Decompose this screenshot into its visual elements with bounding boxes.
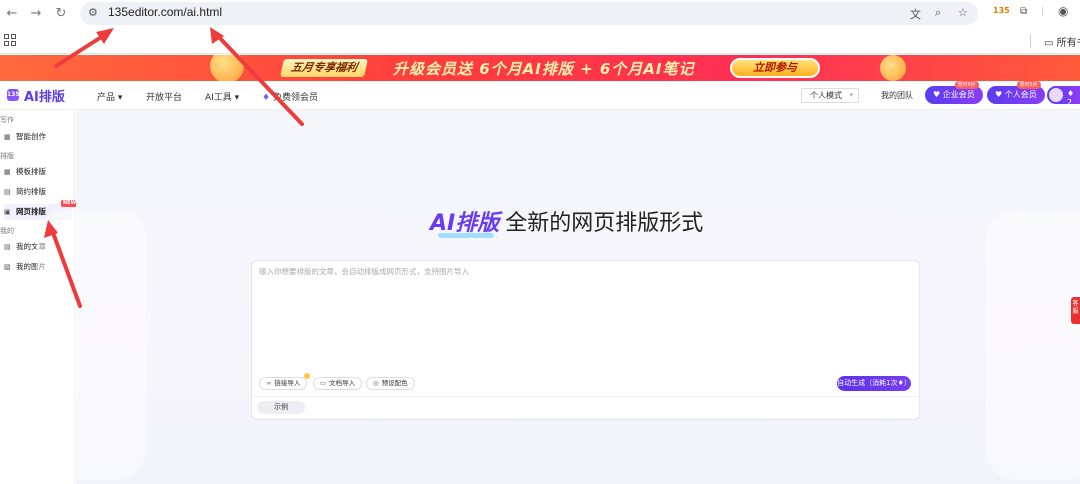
article-icon: ▤ [4,243,11,251]
profile-icon[interactable]: ◉ [1058,4,1068,18]
hero-ai-text: AI排版 [430,211,500,236]
personal-discount-badge: 限时5折 [1016,81,1041,89]
sidebar-group-mine: 我的 [0,227,14,235]
crown-icon [304,373,310,379]
bookmark-star-icon[interactable]: ☆ [958,6,968,19]
grid-icon: ▦ [4,133,11,141]
sidebar-group-writing: 写作 [0,116,14,124]
gift-icon [880,55,906,81]
customer-service-tab[interactable]: 客服 [1071,297,1080,324]
hero-title: AI排版 全新的网页排版形式 [430,205,703,237]
address-bar[interactable]: ⚙ 135editor.com/ai.html 文 ⌕ ☆ [80,2,978,25]
sidebar-item-template-layout[interactable]: ▦ 模板排版 [4,164,72,180]
reload-icon[interactable]: ↻ [52,5,70,23]
editor-divider [252,396,919,397]
chevron-down-icon: ▾ [849,91,853,99]
promo-banner[interactable]: 五月专享福利 升级会员送 6个月AI排版 + 6个月AI笔记 立即参与 [0,55,1080,81]
palette-icon: ◎ [373,379,379,387]
article-input[interactable] [259,266,909,371]
image-icon: ▨ [4,263,11,271]
banner-cta-button[interactable]: 立即参与 [730,58,820,78]
link-icon: ∞ [266,379,272,387]
logo-text[interactable]: AI排版 [24,86,65,105]
browser-toolbar: ← → ↻ ⚙ 135editor.com/ai.html 文 ⌕ ☆ 135 … [0,0,1080,28]
simple-icon: ▤ [4,188,11,196]
sidebar-group-layout: 排版 [0,152,14,160]
megaphone-icon [210,55,244,81]
main-content: AI排版全新的网页排版形式 ∞链接导入 ▭文档导入 ◎预设配色 自动生成（消耗1… [36,110,1080,484]
avatar-image [1049,88,1063,102]
bookmarks-divider [1030,34,1031,48]
banner-headline: 升级会员送 6个月AI排版 + 6个月AI笔记 [393,60,695,78]
bookmarks-bar: ▭ 所有书签 [0,28,1080,54]
zoom-icon[interactable]: ⌕ [935,6,941,20]
translate-icon[interactable]: 文 [910,6,921,22]
sidebar-item-simple-layout[interactable]: ▤ 简约排版 [4,184,72,200]
nav-free-vip[interactable]: ♦ 免费领会员 [262,90,318,103]
article-editor: ∞链接导入 ▭文档导入 ◎预设配色 自动生成（消耗1次♦） 示例 [251,260,920,420]
diamond-icon: ♦ [262,93,271,103]
sidebar-item-smart-create[interactable]: ▦ 智能创作 [4,129,72,145]
example-button[interactable]: 示例 [257,401,305,414]
personal-vip-button[interactable]: ♥ 个人会员 限时5折 [987,81,1045,104]
back-icon[interactable]: ← [3,5,21,23]
apps-grid-icon[interactable] [4,34,16,46]
hero-subtitle: 全新的网页排版形式 [505,211,704,236]
all-bookmarks-folder[interactable]: ▭ 所有书签 [1044,34,1080,49]
nav-open-platform[interactable]: 开放平台 [146,90,182,103]
my-team-link[interactable]: 我的团队 [881,90,913,101]
enterprise-discount-badge: 限时9折 [954,81,979,89]
user-avatar[interactable]: ♦ 2 [1047,86,1080,107]
diamond-icon: ♥ [933,90,941,99]
auto-generate-button[interactable]: 自动生成（消耗1次♦） [837,376,911,391]
enterprise-vip-button[interactable]: ♥ 企业会员 限时9折 [925,81,983,104]
toolbar-divider: | [1041,6,1045,17]
banner-tag: 五月专享福利 [280,59,368,77]
folder-icon: ▭ [1044,38,1054,49]
logo-mark: 135 [7,89,20,101]
site-settings-icon[interactable]: ⚙ [88,6,98,19]
nav-ai-tools[interactable]: AI工具 ▾ [205,90,239,103]
nav-product[interactable]: 产品 ▾ [97,90,122,103]
doc-icon: ▭ [320,379,327,387]
preset-color-button[interactable]: ◎ 预设配色 [366,377,415,390]
forward-icon[interactable]: → [27,5,45,23]
doc-import-button[interactable]: ▭ 文档导入 [313,377,363,390]
extensions-icon[interactable]: ⧉ [1020,6,1027,17]
link-import-button[interactable]: ∞ 链接导入 [259,377,308,390]
webpage-icon: ▣ [4,208,11,216]
decor-panel-right [986,210,1080,480]
app-header: 135 AI排版 产品 ▾ 开放平台 AI工具 ▾ ♦ 免费领会员 个人模式 ▾… [0,81,1080,110]
extension-135-icon[interactable]: 135 [993,6,1010,15]
decor-panel-left [36,210,146,480]
diamond-icon: ♥ [995,90,1003,99]
template-icon: ▦ [4,168,11,176]
address-url[interactable]: 135editor.com/ai.html [108,5,222,19]
mode-select[interactable]: 个人模式 ▾ [801,88,859,103]
